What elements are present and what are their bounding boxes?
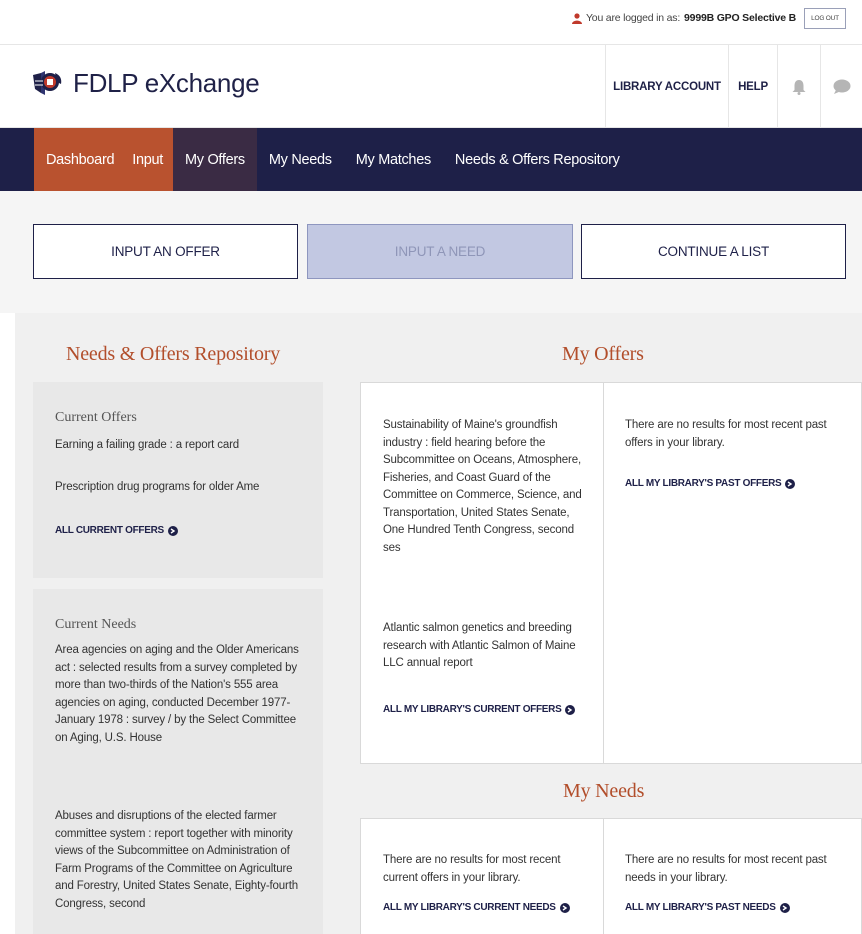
list-item[interactable]: Abuses and disruptions of the elected fa… (55, 808, 305, 913)
brand-name: FDLP eXchange (73, 67, 260, 98)
help-link[interactable]: HELP (728, 45, 777, 128)
list-item[interactable]: Prescription drug programs for older Ame (55, 479, 259, 497)
past-offers-empty-text: There are no results for most recent pas… (625, 419, 827, 449)
all-past-offers-link[interactable]: ALL MY LIBRARY'S PAST OFFERS (625, 478, 796, 489)
nav-my-needs[interactable]: My Needs (257, 128, 344, 191)
nav-input[interactable]: Input (126, 128, 173, 191)
current-needs-panel: Current Needs Area agencies on aging and… (33, 589, 323, 934)
notifications-button[interactable] (777, 45, 820, 128)
input-need-button[interactable]: INPUT A NEED (307, 224, 573, 279)
login-user: 9999B GPO Selective B (684, 12, 796, 24)
current-needs-empty-text: There are no results for most recent cur… (383, 854, 561, 884)
link-label: ALL CURRENT OFFERS (55, 525, 164, 536)
actions-band: INPUT AN OFFER INPUT A NEED CONTINUE A L… (0, 191, 862, 313)
fdlp-eagle-icon (33, 71, 62, 95)
continue-list-button[interactable]: CONTINUE A LIST (581, 224, 846, 279)
site-header: FDLP eXchange LIBRARY ACCOUNT HELP (0, 45, 862, 128)
list-item[interactable]: Earning a failing grade : a report card (55, 437, 239, 455)
user-icon (571, 12, 582, 24)
login-prefix: You are logged in as: (585, 12, 681, 24)
input-offer-button[interactable]: INPUT AN OFFER (33, 224, 298, 279)
arrow-circle-icon (785, 478, 796, 489)
library-account-link[interactable]: LIBRARY ACCOUNT (605, 45, 728, 128)
card-divider (603, 819, 604, 934)
link-label: ALL MY LIBRARY'S CURRENT OFFERS (383, 704, 562, 715)
nav-dashboard[interactable]: Dashboard (34, 128, 127, 191)
all-current-offers-link[interactable]: ALL MY LIBRARY'S CURRENT OFFERS (383, 704, 576, 715)
link-label: ALL MY LIBRARY'S PAST NEEDS (625, 902, 776, 913)
messages-button[interactable] (820, 45, 862, 128)
my-offers-title: My Offers (562, 343, 644, 365)
link-label: ALL MY LIBRARY'S PAST OFFERS (625, 478, 782, 489)
arrow-circle-icon (559, 902, 570, 913)
logout-button[interactable]: LOG OUT (804, 8, 846, 29)
arrow-circle-icon (167, 525, 178, 536)
current-offers-title: Current Offers (55, 410, 137, 425)
link-label: ALL MY LIBRARY'S CURRENT NEEDS (383, 902, 556, 913)
arrow-circle-icon (779, 902, 790, 913)
dashboard-content: Needs & Offers Repository My Offers My N… (15, 313, 862, 934)
nav-my-offers[interactable]: My Offers (173, 128, 257, 191)
header-nav: LIBRARY ACCOUNT HELP (605, 45, 862, 128)
brand-logo[interactable]: FDLP eXchange (31, 67, 260, 99)
list-item[interactable]: Sustainability of Maine's groundfish ind… (383, 417, 593, 557)
arrow-circle-icon (565, 704, 576, 715)
bell-icon (792, 79, 806, 95)
nav-repository[interactable]: Needs & Offers Repository (443, 128, 632, 191)
my-needs-card: There are no results for most recent cur… (360, 818, 862, 934)
card-divider (603, 383, 604, 763)
all-current-offers-link[interactable]: ALL CURRENT OFFERS (55, 525, 178, 536)
all-current-needs-link[interactable]: ALL MY LIBRARY'S CURRENT NEEDS (383, 902, 570, 913)
list-item[interactable]: Atlantic salmon genetics and breeding re… (383, 620, 593, 673)
current-offers-panel: Current Offers Earning a failing grade :… (33, 382, 323, 578)
my-needs-title: My Needs (563, 780, 645, 802)
all-past-needs-link[interactable]: ALL MY LIBRARY'S PAST NEEDS (625, 902, 790, 913)
current-needs-title: Current Needs (55, 617, 137, 632)
login-status: You are logged in as: 9999B GPO Selectiv… (571, 12, 796, 24)
top-bar: You are logged in as: 9999B GPO Selectiv… (0, 0, 862, 45)
past-needs-empty-text: There are no results for most recent pas… (625, 854, 827, 884)
list-item[interactable]: Area agencies on aging and the Older Ame… (55, 642, 305, 747)
repository-title: Needs & Offers Repository (66, 343, 281, 365)
my-offers-card: Sustainability of Maine's groundfish ind… (360, 382, 862, 764)
main-nav: Dashboard Input My Offers My Needs My Ma… (0, 128, 862, 191)
nav-my-matches[interactable]: My Matches (344, 128, 443, 191)
chat-icon (833, 79, 850, 94)
